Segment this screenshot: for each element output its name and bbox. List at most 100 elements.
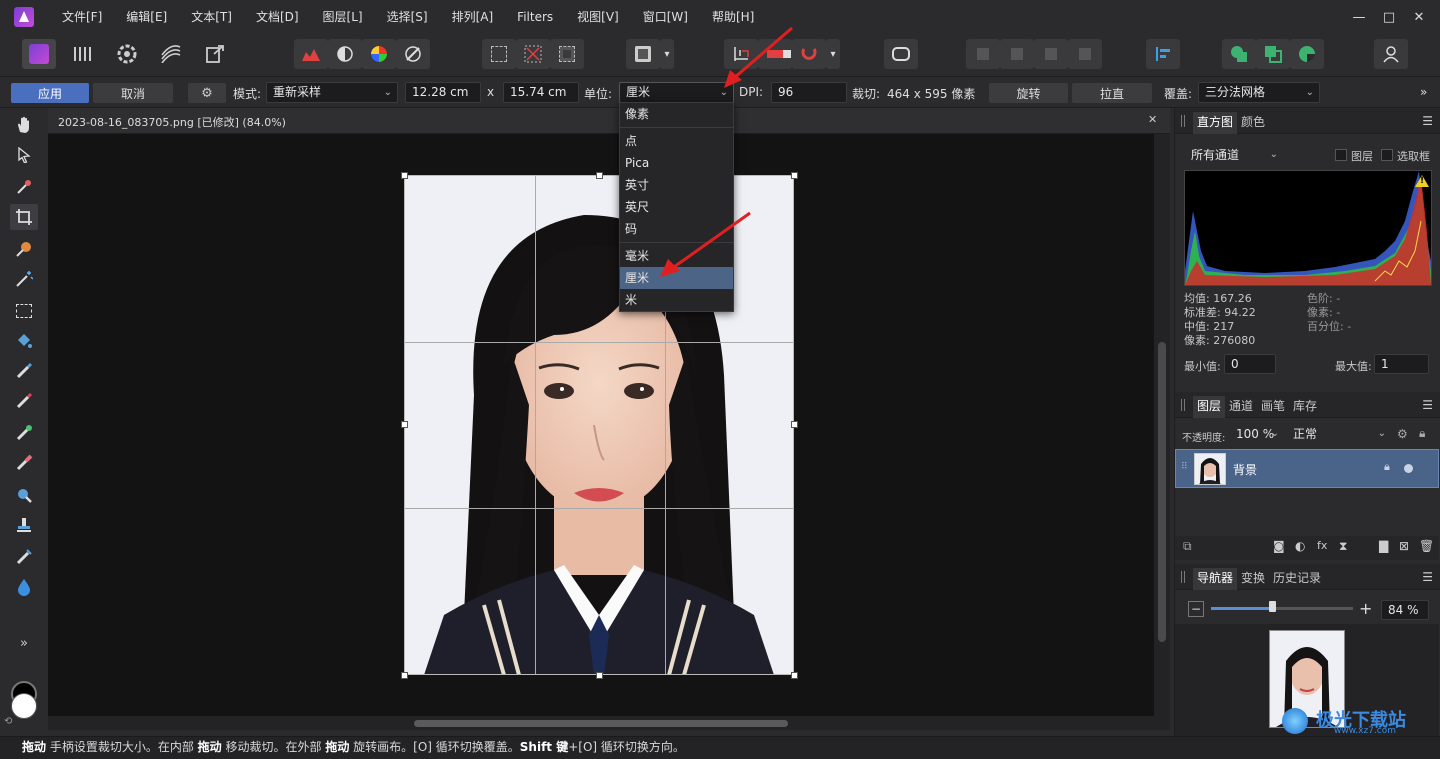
align-left-icon[interactable] bbox=[1146, 39, 1180, 69]
menu-edit[interactable]: 编辑[E] bbox=[114, 0, 179, 34]
menu-select[interactable]: 选择[S] bbox=[375, 0, 440, 34]
arrange-forward-icon[interactable] bbox=[1034, 39, 1068, 69]
crop-handle[interactable] bbox=[791, 172, 798, 179]
invert-selection-icon[interactable] bbox=[550, 39, 584, 69]
crop-settings-gear-icon[interactable]: ⚙ bbox=[188, 83, 226, 103]
rectangular-marquee-tool-icon[interactable] bbox=[10, 298, 38, 324]
unit-option-meters[interactable]: 米 bbox=[620, 289, 733, 311]
mask-layer-icon[interactable]: ◙ bbox=[1273, 539, 1285, 553]
min-value-field[interactable]: 0 bbox=[1224, 354, 1276, 374]
drag-grip-icon[interactable]: ⠿ bbox=[1181, 462, 1188, 472]
quick-mask-dropdown[interactable]: ▾ bbox=[660, 39, 674, 69]
dpi-field[interactable]: 96 bbox=[771, 82, 847, 103]
tab-color[interactable]: 颜色 bbox=[1237, 112, 1269, 134]
layer-row-background[interactable]: ⠿ 背景 🔒︎ bbox=[1175, 449, 1439, 488]
close-document-icon[interactable]: ✕ bbox=[1148, 113, 1157, 126]
adjustment-layer-icon[interactable]: ◐ bbox=[1295, 539, 1305, 553]
snapping-dropdown[interactable]: ▾ bbox=[826, 39, 840, 69]
paint-brush-tool-icon[interactable] bbox=[10, 358, 38, 384]
flood-fill-tool-icon[interactable] bbox=[10, 328, 38, 354]
rotate-button[interactable]: 旋转 bbox=[989, 83, 1068, 103]
quick-mask-icon[interactable] bbox=[626, 39, 660, 69]
account-icon[interactable] bbox=[1374, 39, 1408, 69]
unit-option-pixels[interactable]: 像素 bbox=[620, 103, 733, 125]
tab-navigator[interactable]: 导航器 bbox=[1193, 568, 1238, 590]
tab-stock[interactable]: 库存 bbox=[1289, 396, 1321, 418]
add-pixel-layer-icon[interactable]: ⊠ bbox=[1399, 539, 1409, 553]
dodge-brush-tool-icon[interactable] bbox=[10, 482, 38, 508]
layer-name[interactable]: 背景 bbox=[1233, 461, 1257, 478]
snapping-magnet-icon[interactable] bbox=[792, 39, 826, 69]
boolean-add-icon[interactable] bbox=[1222, 39, 1256, 69]
menu-window[interactable]: 窗口[W] bbox=[631, 0, 700, 34]
menu-view[interactable]: 视图[V] bbox=[565, 0, 631, 34]
maximize-button[interactable]: □ bbox=[1374, 10, 1404, 25]
unit-option-millimeters[interactable]: 毫米 bbox=[620, 245, 733, 267]
marquee-checkbox[interactable] bbox=[1381, 149, 1393, 161]
pixel-brush-tool-icon[interactable] bbox=[10, 388, 38, 414]
crop-handle[interactable] bbox=[596, 172, 603, 179]
zoom-value-field[interactable]: 84 % bbox=[1381, 600, 1429, 620]
color-replacement-tool-icon[interactable] bbox=[10, 420, 38, 446]
straighten-button[interactable]: 拉直 bbox=[1072, 83, 1152, 103]
color-picker-tool-icon[interactable] bbox=[10, 174, 38, 200]
tab-layers[interactable]: 图层 bbox=[1193, 396, 1226, 418]
menu-layer[interactable]: 图层[L] bbox=[311, 0, 375, 34]
crop-handle[interactable] bbox=[596, 672, 603, 679]
boolean-intersect-icon[interactable] bbox=[1290, 39, 1324, 69]
layer-visibility-icon[interactable] bbox=[1404, 464, 1413, 473]
menu-document[interactable]: 文档[D] bbox=[244, 0, 311, 34]
zoom-in-button[interactable]: + bbox=[1359, 599, 1372, 618]
liquify-persona-icon[interactable] bbox=[66, 39, 100, 69]
more-options-button[interactable]: » bbox=[1420, 85, 1427, 99]
tone-mapping-persona-icon[interactable] bbox=[154, 39, 188, 69]
unit-option-inches[interactable]: 英寸 bbox=[620, 174, 733, 196]
select-all-icon[interactable] bbox=[482, 39, 516, 69]
unit-option-points[interactable]: 点 bbox=[620, 130, 733, 152]
menu-filters[interactable]: Filters bbox=[505, 0, 565, 34]
export-persona-icon[interactable] bbox=[198, 39, 232, 69]
minimize-button[interactable]: — bbox=[1344, 10, 1374, 25]
close-window-button[interactable]: ✕ bbox=[1404, 10, 1434, 25]
selection-brush-tool-icon[interactable] bbox=[10, 236, 38, 262]
move-tool-icon[interactable] bbox=[10, 142, 38, 168]
crop-handle[interactable] bbox=[791, 672, 798, 679]
menu-help[interactable]: 帮助[H] bbox=[700, 0, 766, 34]
more-tools-button[interactable]: » bbox=[10, 630, 38, 656]
delete-layer-icon[interactable]: 🗑︎ bbox=[1419, 539, 1434, 553]
max-value-field[interactable]: 1 bbox=[1374, 354, 1429, 374]
arrange-back-icon[interactable] bbox=[966, 39, 1000, 69]
channel-select[interactable]: 所有通道 ⌄ bbox=[1185, 146, 1283, 166]
layer-settings-gear-icon[interactable]: ⚙ bbox=[1397, 427, 1408, 441]
crop-tool-icon[interactable] bbox=[10, 204, 38, 230]
blur-brush-tool-icon[interactable] bbox=[10, 574, 38, 600]
group-layers-icon[interactable]: ▇ bbox=[1379, 539, 1388, 553]
vertical-scroll-thumb[interactable] bbox=[1158, 342, 1166, 642]
panel-menu-icon[interactable]: ☰ bbox=[1422, 398, 1433, 412]
tab-channels[interactable]: 通道 bbox=[1225, 396, 1257, 418]
unit-option-yards[interactable]: 码 bbox=[620, 218, 733, 240]
blend-mode-select[interactable]: 正常 ⌄ bbox=[1287, 425, 1391, 445]
tab-brushes[interactable]: 画笔 bbox=[1257, 396, 1289, 418]
crop-height-field[interactable]: 15.74 cm bbox=[503, 82, 579, 103]
unit-select[interactable]: 厘米 ⌄ bbox=[619, 82, 734, 103]
portrait-photo[interactable] bbox=[404, 175, 794, 675]
tab-histogram[interactable]: 直方图 bbox=[1193, 112, 1238, 134]
fill-layer-icon[interactable]: ⧗ bbox=[1339, 539, 1347, 554]
layer-lock-icon[interactable]: 🔒︎ bbox=[1384, 460, 1390, 474]
document-tab[interactable]: 2023-08-16_083705.png [已修改] (84.0%) ✕ bbox=[48, 108, 1170, 134]
crop-handle[interactable] bbox=[401, 672, 408, 679]
snapping-grid-icon[interactable] bbox=[724, 39, 758, 69]
flood-select-tool-icon[interactable] bbox=[10, 266, 38, 292]
opacity-select[interactable]: 100 % ⌄ bbox=[1230, 425, 1284, 445]
layer-checkbox[interactable] bbox=[1335, 149, 1347, 161]
photo-persona-icon[interactable] bbox=[22, 39, 56, 69]
arrange-backward-icon[interactable] bbox=[1000, 39, 1034, 69]
menu-text[interactable]: 文本[T] bbox=[179, 0, 244, 34]
panel-menu-icon[interactable]: ☰ bbox=[1422, 570, 1433, 584]
auto-white-balance-icon[interactable] bbox=[396, 39, 430, 69]
develop-persona-icon[interactable] bbox=[110, 39, 144, 69]
unit-option-pica[interactable]: Pica bbox=[620, 152, 733, 174]
auto-colors-icon[interactable] bbox=[362, 39, 396, 69]
swap-colors-icon[interactable]: ⟲ bbox=[4, 716, 12, 727]
